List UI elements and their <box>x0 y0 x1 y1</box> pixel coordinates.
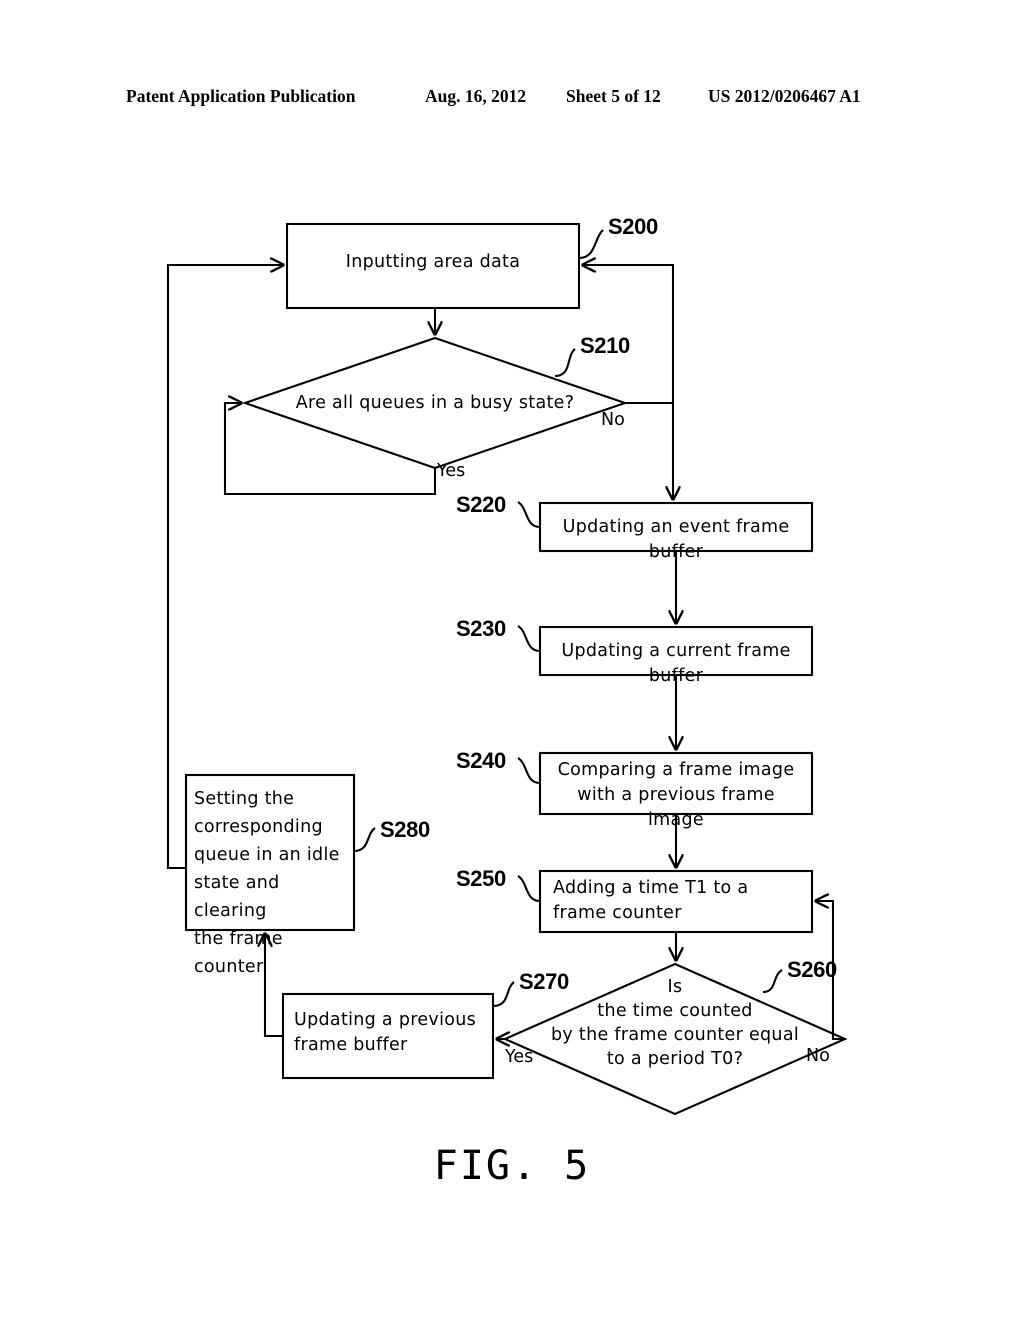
branch-label-s260-no: No <box>806 1046 830 1066</box>
flowchart-canvas <box>166 222 848 1116</box>
branch-label-s210-no: No <box>601 410 625 430</box>
ref-label-s200: S200 <box>608 214 658 239</box>
node-label-s260: Is the time counted by the frame counter… <box>550 977 799 1069</box>
node-label-s200: Inputting area data <box>345 252 521 272</box>
node-label-s210: Are all queues in a busy state? <box>295 393 575 413</box>
connector-s210-yes-loop <box>223 403 437 496</box>
ref-label-s270: S270 <box>519 969 569 994</box>
leader-line-s270 <box>492 981 515 1008</box>
leader-line-s240 <box>517 757 541 785</box>
leader-line-s210 <box>554 348 576 378</box>
branch-label-s210-yes: Yes <box>437 461 466 481</box>
node-label-s280: Setting the corresponding queue in an id… <box>194 789 340 977</box>
leader-line-s220 <box>517 501 541 529</box>
ref-label-s250: S250 <box>456 866 506 891</box>
branch-label-s260-yes: Yes <box>505 1047 534 1067</box>
ref-label-s240: S240 <box>456 748 506 773</box>
node-label-s230: Updating a current frame buffer <box>561 641 791 686</box>
ref-label-s210: S210 <box>580 333 630 358</box>
ref-label-s260: S260 <box>787 957 837 982</box>
ref-label-s220: S220 <box>456 492 506 517</box>
ref-label-s280: S280 <box>380 817 430 842</box>
node-label-s240: Comparing a frame image with a previous … <box>557 760 795 830</box>
node-label-s250: Adding a time T1 to a frame counter <box>553 878 749 923</box>
leader-line-s200 <box>578 229 604 260</box>
figure-caption: FIG. 5 <box>433 1143 591 1189</box>
leader-line-s230 <box>517 625 541 653</box>
leader-line-s250 <box>517 875 541 903</box>
leader-line-s280 <box>353 827 376 853</box>
node-label-s220: Updating an event frame buffer <box>562 517 790 562</box>
node-label-s270: Updating a previous frame buffer <box>294 1010 477 1055</box>
ref-label-s230: S230 <box>456 616 506 641</box>
patent-figure-page: Patent Application Publication Aug. 16, … <box>0 0 1024 1320</box>
